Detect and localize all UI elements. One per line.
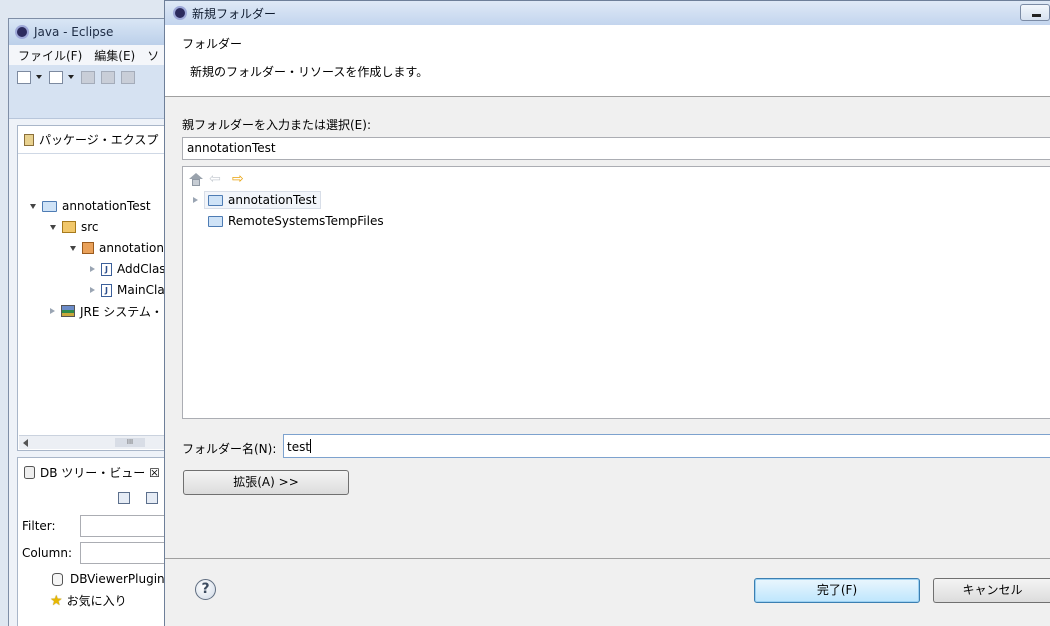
db-item-label: お気に入り	[66, 594, 127, 608]
menu-file[interactable]: ファイル(F)	[18, 47, 82, 64]
eclipse-menubar: ファイル(F) 編集(E) ソ	[9, 45, 167, 65]
jre-library-icon	[61, 305, 75, 317]
db-import-icon[interactable]	[146, 492, 158, 504]
filter-input[interactable]	[80, 515, 172, 537]
database-icon	[24, 465, 35, 479]
collapsed-arrow-icon[interactable]	[90, 287, 95, 293]
folder-name-value: test	[287, 440, 311, 454]
new-dropdown-icon[interactable]	[36, 75, 42, 79]
minimize-button[interactable]	[1020, 4, 1050, 21]
scroll-left-icon[interactable]	[23, 439, 28, 447]
minimize-icon	[1032, 14, 1041, 17]
forward-arrow-icon[interactable]: ⇨	[232, 172, 248, 186]
package-explorer-icon	[24, 133, 34, 146]
eclipse-toolbar	[9, 65, 167, 119]
db-item-dbviewerplugin[interactable]: DBViewerPlugin	[52, 572, 165, 586]
eclipse-app-icon	[15, 25, 29, 39]
print-icon[interactable]	[121, 71, 135, 84]
folder-name-label: フォルダー名(N):	[182, 442, 277, 456]
expanded-arrow-icon[interactable]	[50, 224, 56, 230]
parent-folder-label: 親フォルダーを入力または選択(E):	[182, 118, 371, 132]
save-icon[interactable]	[81, 71, 95, 84]
tree-item-label: annotation	[99, 241, 164, 255]
database-icon	[52, 572, 63, 586]
source-folder-icon	[62, 221, 76, 233]
menu-source[interactable]: ソ	[147, 47, 159, 64]
tree-item-label: AddClas	[117, 262, 166, 276]
collapsed-arrow-icon[interactable]	[90, 266, 95, 272]
collapsed-arrow-icon[interactable]	[193, 197, 198, 203]
cancel-button[interactable]: キャンセル	[933, 578, 1050, 603]
finish-button[interactable]: 完了(F)	[754, 578, 920, 603]
tree-item-label: annotationTest	[62, 199, 151, 213]
package-icon	[82, 242, 94, 254]
home-icon[interactable]	[189, 173, 203, 186]
wizard-banner: フォルダー 新規のフォルダー・リソースを作成します。	[165, 25, 1050, 97]
project-folder-icon	[42, 200, 57, 212]
star-icon: ★	[50, 592, 63, 609]
db-tree-view-tab[interactable]: DB ツリー・ビュー ☒	[18, 458, 166, 486]
eclipse-main-window: Java - Eclipse ファイル(F) 編集(E) ソ パッケージ・エクス…	[8, 18, 172, 626]
tree-item-annotationtest[interactable]: annotationTest	[30, 196, 151, 216]
tree-item-annotation-package[interactable]: annotation	[70, 238, 164, 258]
menu-edit[interactable]: 編集(E)	[94, 47, 135, 64]
project-folder-icon	[208, 215, 223, 227]
eclipse-titlebar[interactable]: Java - Eclipse	[9, 19, 167, 45]
tree-item-label: JRE システム・	[80, 304, 163, 319]
eclipse-window-title: Java - Eclipse	[34, 25, 114, 39]
horizontal-scrollbar[interactable]: III	[19, 435, 165, 449]
expanded-arrow-icon[interactable]	[30, 203, 36, 209]
java-file-icon: J	[101, 262, 112, 276]
new-icon[interactable]	[17, 71, 31, 84]
tree-item-label: MainCla	[117, 283, 165, 297]
back-arrow-icon[interactable]: ⇦	[209, 172, 225, 186]
container-tree[interactable]: ⇦ ⇨ annotationTest RemoteSystemsTempFile…	[182, 166, 1050, 419]
tree-item-mainclass[interactable]: J MainCla	[90, 280, 165, 300]
collapsed-arrow-icon[interactable]	[50, 308, 55, 314]
db-item-favorites[interactable]: ★ お気に入り	[50, 592, 127, 609]
tree-item-label: annotationTest	[228, 193, 317, 207]
package-explorer-tab-label: パッケージ・エクスプ	[39, 133, 159, 147]
java-file-icon: J	[101, 283, 112, 297]
db-item-label: DBViewerPlugin	[70, 572, 165, 586]
scroll-thumb[interactable]: III	[115, 438, 145, 447]
tree-item-annotationtest[interactable]: annotationTest	[193, 190, 321, 210]
db-tree-view-panel: DB ツリー・ビュー ☒ Filter: Column: DBViewerPlu…	[17, 457, 172, 626]
tree-item-addclass[interactable]: J AddClas	[90, 259, 166, 279]
banner-title: フォルダー	[182, 37, 243, 51]
new-class-dropdown-icon[interactable]	[68, 75, 74, 79]
help-icon[interactable]: ?	[195, 579, 216, 600]
banner-description: 新規のフォルダー・リソースを作成します。	[190, 65, 429, 79]
package-explorer-tab[interactable]: パッケージ・エクスプ	[18, 126, 166, 154]
column-label: Column:	[22, 546, 72, 560]
dialog-title: 新規フォルダー	[192, 6, 277, 21]
new-folder-dialog: 新規フォルダー フォルダー 新規のフォルダー・リソースを作成します。 親フォルダ…	[164, 0, 1050, 626]
project-folder-icon	[208, 194, 223, 206]
db-tree-view-tab-label: DB ツリー・ビュー ☒	[40, 465, 160, 480]
text-caret	[310, 439, 312, 453]
package-explorer-panel: パッケージ・エクスプ annotationTest src annotation…	[17, 125, 167, 451]
folder-name-input[interactable]: test	[283, 434, 1050, 458]
tree-item-src[interactable]: src	[50, 217, 99, 237]
expanded-arrow-icon[interactable]	[70, 245, 76, 251]
advanced-button[interactable]: 拡張(A) >>	[183, 470, 349, 495]
save-all-icon[interactable]	[101, 71, 115, 84]
parent-folder-input[interactable]: annotationTest	[182, 137, 1050, 160]
tree-item-remotesystemstempfiles[interactable]: RemoteSystemsTempFiles	[193, 211, 384, 231]
filter-label: Filter:	[22, 519, 56, 533]
tree-item-jre[interactable]: JRE システム・	[50, 301, 163, 321]
tree-item-label: src	[81, 220, 99, 234]
db-add-icon[interactable]	[118, 492, 130, 504]
footer-separator	[165, 558, 1050, 559]
column-input[interactable]	[80, 542, 172, 564]
new-class-icon[interactable]	[49, 71, 63, 84]
tree-item-label: RemoteSystemsTempFiles	[228, 214, 384, 228]
eclipse-app-icon	[173, 6, 187, 20]
tree-item-selection[interactable]: annotationTest	[204, 191, 321, 209]
dialog-titlebar[interactable]: 新規フォルダー	[165, 1, 1050, 25]
